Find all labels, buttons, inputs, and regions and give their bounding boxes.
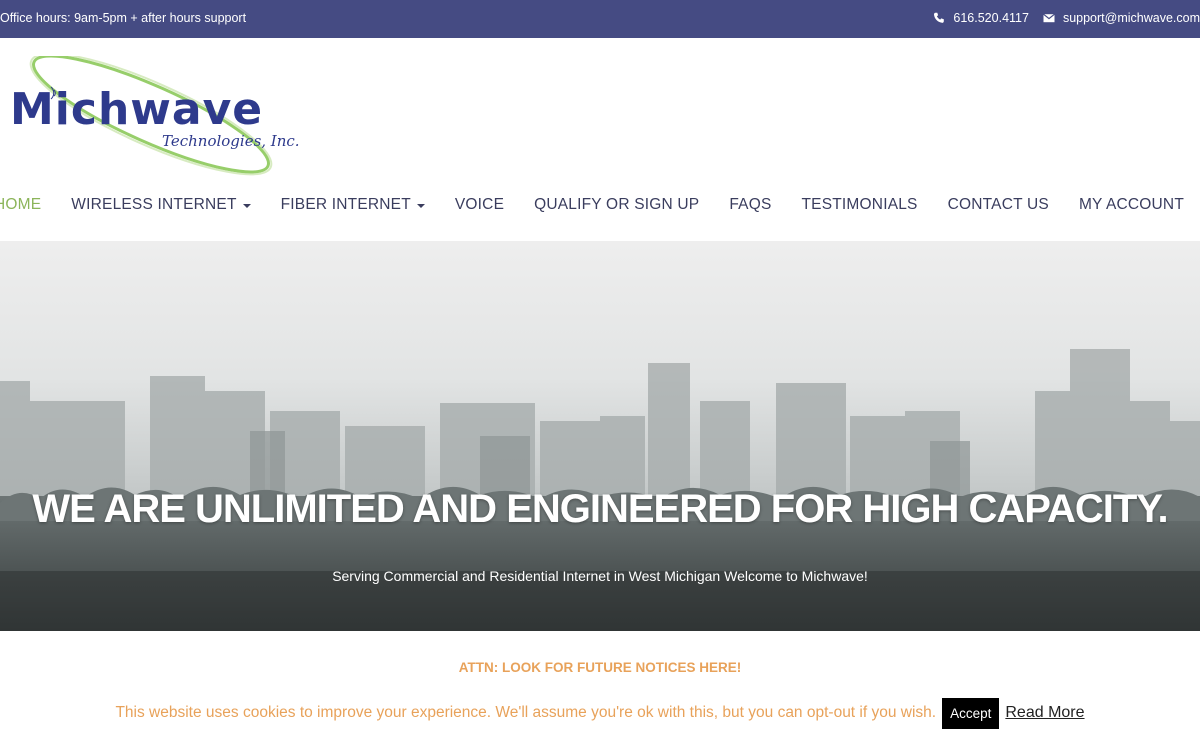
nav-testimonials[interactable]: TESTIMONIALS [802, 196, 918, 214]
envelope-icon [1043, 13, 1055, 23]
nav-qualify-sign-up[interactable]: QUALIFY OR SIGN UP [534, 196, 699, 214]
phone-link[interactable]: 616.520.4117 [933, 11, 1029, 25]
hero-headline: WE ARE UNLIMITED AND ENGINEERED FOR HIGH… [32, 487, 1168, 531]
cookie-banner: This website uses cookies to improve you… [0, 697, 1200, 729]
caret-down-icon [242, 204, 251, 208]
svg-text:Technologies, Inc.: Technologies, Inc. [162, 132, 300, 150]
top-contact: 616.520.4117 support@michwave.com [919, 11, 1200, 25]
hero-subtitle: Serving Commercial and Residential Inter… [332, 568, 868, 584]
nav-faqs[interactable]: FAQS [729, 196, 771, 214]
nav-wireless-internet[interactable]: WIRELESS INTERNET [71, 196, 251, 214]
michwave-logo[interactable]: Michwave Technologies, Inc. [6, 56, 306, 176]
top-bar: Office hours: 9am-5pm + after hours supp… [0, 0, 1200, 38]
accept-button[interactable]: Accept [942, 697, 1000, 729]
nav-voice[interactable]: VOICE [455, 196, 504, 214]
email-link[interactable]: support@michwave.com [1043, 11, 1200, 25]
read-more-link[interactable]: Read More [1005, 704, 1084, 722]
site-header: Michwave Technologies, Inc. HOME WIRELES… [0, 38, 1200, 241]
phone-icon [934, 12, 945, 23]
cookie-message: This website uses cookies to improve you… [115, 704, 937, 721]
nav-my-account[interactable]: MY ACCOUNT [1079, 196, 1184, 214]
main-nav: HOME WIRELESS INTERNET FIBER INTERNET VO… [0, 196, 1184, 214]
nav-fiber-internet[interactable]: FIBER INTERNET [281, 196, 425, 214]
nav-contact-us[interactable]: CONTACT US [948, 196, 1049, 214]
notice-text: ATTN: LOOK FOR FUTURE NOTICES HERE! [458, 660, 742, 675]
hero-banner: WE ARE UNLIMITED AND ENGINEERED FOR HIGH… [0, 241, 1200, 631]
svg-text:Michwave: Michwave [10, 84, 263, 135]
nav-home[interactable]: HOME [0, 196, 41, 214]
email-address: support@michwave.com [1062, 11, 1200, 25]
caret-down-icon [416, 204, 425, 208]
office-hours: Office hours: 9am-5pm + after hours supp… [0, 11, 247, 25]
phone-number: 616.520.4117 [953, 11, 1029, 25]
